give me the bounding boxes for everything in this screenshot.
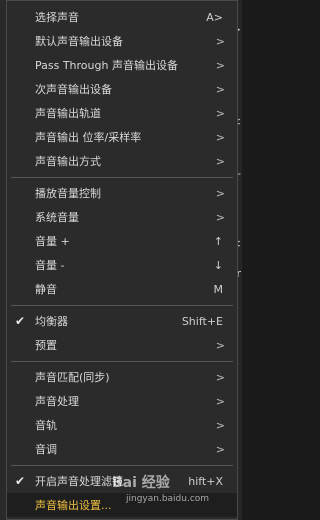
menu-item-playback-volume-control[interactable]: 播放音量控制 > [7, 181, 237, 205]
chevron-right-icon: > [215, 106, 225, 120]
chevron-right-icon: > [215, 82, 225, 96]
menu-item-label: 音量 + [35, 235, 70, 248]
menu-item-presets[interactable]: 预置 > [7, 333, 237, 357]
chevron-right-icon: > [215, 58, 225, 72]
checkmark-icon: ✔ [14, 314, 26, 328]
menu-separator [11, 305, 233, 306]
menu-separator [11, 465, 233, 466]
menu-item-default-output-device[interactable]: 默认声音输出设备 > [7, 29, 237, 53]
menu-item-label: 音调 [35, 443, 57, 456]
menu-item-audio-processing[interactable]: 声音处理 > [7, 389, 237, 413]
menu-item-system-volume[interactable]: 系统音量 > [7, 205, 237, 229]
menu-item-label: 预置 [35, 339, 57, 352]
chevron-right-icon: > [215, 130, 225, 144]
menu-item-label: 默认声音输出设备 [35, 35, 123, 48]
menu-separator [11, 361, 233, 362]
chevron-right-icon: > [215, 186, 225, 200]
chevron-right-icon: > [215, 442, 225, 456]
screen: > < - < r 选择声音 A> 默认声音输出设备 > Pass Throug… [0, 0, 242, 520]
menu-item-shortcut: Shift+E [181, 314, 223, 328]
menu-item-pitch[interactable]: 音调 > [7, 437, 237, 461]
menu-item-label: 音量 - [35, 259, 65, 272]
watermark-url: jingyan.baidu.com [126, 494, 210, 504]
menu-item-label: 声音输出轨道 [35, 107, 101, 120]
chevron-right-icon: > [215, 210, 225, 224]
menu-item-label: 声音输出 位率/采样率 [35, 131, 142, 144]
menu-item-label: 声音处理 [35, 395, 79, 408]
menu-item-label: 开启声音处理滤镜 [35, 475, 123, 488]
menu-item-shortcut: ↓ [213, 258, 223, 272]
menu-item-label: 音轨 [35, 419, 57, 432]
chevron-right-icon: > [215, 338, 225, 352]
menu-item-bitrate-samplerate[interactable]: 声音输出 位率/采样率 > [7, 125, 237, 149]
menu-item-label: 均衡器 [35, 315, 68, 328]
menu-item-label: 播放音量控制 [35, 187, 101, 200]
watermark-logo: Bai 经验 [112, 475, 170, 491]
menu-item-volume-up[interactable]: 音量 + ↑ [7, 229, 237, 253]
menu-item-shortcut: M [213, 282, 224, 296]
menu-item-label: 静音 [35, 283, 57, 296]
menu-item-label: 声音输出方式 [35, 155, 101, 168]
menu-item-mute[interactable]: 静音 M [7, 277, 237, 301]
menu-item-output-mode[interactable]: 声音输出方式 > [7, 149, 237, 173]
menu-item-label: 声音匹配(同步) [35, 371, 110, 384]
menu-item-label: 系统音量 [35, 211, 79, 224]
menu-item-select-audio[interactable]: 选择声音 A> [7, 5, 237, 29]
audio-context-menu: 选择声音 A> 默认声音输出设备 > Pass Through 声音输出设备 >… [6, 0, 238, 520]
menu-item-label: Pass Through 声音输出设备 [35, 59, 178, 72]
menu-item-shortcut: A> [206, 10, 223, 24]
menu-item-output-track[interactable]: 声音输出轨道 > [7, 101, 237, 125]
menu-separator [11, 177, 233, 178]
menu-item-audio-sync[interactable]: 声音匹配(同步) > [7, 365, 237, 389]
menu-item-passthrough-output-device[interactable]: Pass Through 声音输出设备 > [7, 53, 237, 77]
checkmark-icon: ✔ [14, 474, 26, 488]
menu-item-equalizer[interactable]: ✔ 均衡器 Shift+E [7, 309, 237, 333]
menu-item-label: 选择声音 [35, 11, 79, 24]
menu-item-label: 声音输出设置... [35, 499, 112, 512]
chevron-right-icon: > [215, 34, 225, 48]
menu-item-secondary-output-device[interactable]: 次声音输出设备 > [7, 77, 237, 101]
menu-item-shortcut: ↑ [213, 234, 223, 248]
menu-item-volume-down[interactable]: 音量 - ↓ [7, 253, 237, 277]
menu-item-label: 次声音输出设备 [35, 83, 112, 96]
menu-item-audio-track[interactable]: 音轨 > [7, 413, 237, 437]
chevron-right-icon: > [215, 394, 225, 408]
baidu-jingyan-watermark: Bai 经验 jingyan.baidu.com [112, 472, 240, 512]
chevron-right-icon: > [215, 370, 225, 384]
chevron-right-icon: > [215, 418, 225, 432]
chevron-right-icon: > [215, 154, 225, 168]
